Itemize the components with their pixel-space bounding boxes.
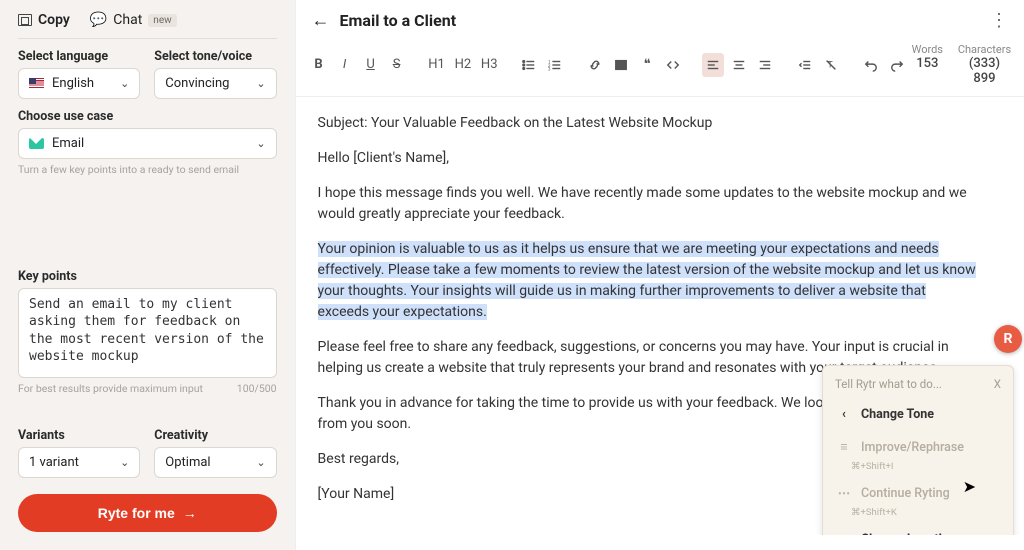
align-right-button[interactable] <box>754 53 776 77</box>
tone-select[interactable]: Convincing ⌄ <box>154 68 276 99</box>
bullet-list-button[interactable] <box>518 53 540 77</box>
popup-item-change-length[interactable]: ‹ Change Length <box>827 524 1009 535</box>
image-button[interactable] <box>610 53 632 77</box>
svg-text:3: 3 <box>548 67 551 72</box>
popup-item-icon: ≡ <box>837 439 851 458</box>
back-icon[interactable]: ← <box>312 10 330 31</box>
mail-icon <box>29 138 44 149</box>
redo-button[interactable] <box>886 53 908 77</box>
doc-greeting: Hello [Client's Name], <box>318 148 978 169</box>
popup-item-icon: ‹ <box>837 531 851 535</box>
undo-button[interactable] <box>860 53 882 77</box>
popup-item-label: Change Length <box>861 531 946 535</box>
mode-tabs: Copy 💬 Chat new <box>18 8 277 39</box>
h1-button[interactable]: H1 <box>425 53 447 77</box>
flag-icon <box>29 78 44 89</box>
h2-button[interactable]: H2 <box>452 53 474 77</box>
chevron-down-icon: ⌄ <box>120 77 129 90</box>
chat-icon: 💬 <box>90 12 107 28</box>
popup-item-icon: ‹ <box>837 406 851 425</box>
outdent-button[interactable] <box>794 53 816 77</box>
language-value: English <box>52 76 94 91</box>
svg-text:T: T <box>827 60 833 70</box>
variants-label: Variants <box>18 428 140 443</box>
chevron-down-icon: ⌄ <box>256 456 265 469</box>
keypoints-hint: For best results provide maximum input <box>18 382 203 395</box>
quote-button[interactable]: ❝ <box>636 53 658 77</box>
new-badge: new <box>148 14 176 27</box>
word-count: Words153 <box>912 43 943 86</box>
editor-body[interactable]: Subject: Your Valuable Feedback on the L… <box>296 97 1024 535</box>
popup-item-label: Continue Ryting <box>861 485 950 504</box>
popup-item-label: Change Tone <box>861 406 934 425</box>
tab-chat[interactable]: 💬 Chat new <box>90 12 177 28</box>
doc-paragraph: I hope this message finds you well. We h… <box>318 183 978 225</box>
code-button[interactable] <box>662 53 684 77</box>
doc-paragraph-highlighted: Your opinion is valuable to us as it hel… <box>318 239 978 323</box>
align-center-button[interactable] <box>728 53 750 77</box>
tone-label: Select tone/voice <box>154 49 276 64</box>
popup-shortcut: ⌘+Shift+I <box>851 460 1009 474</box>
link-button[interactable] <box>584 53 606 77</box>
page-title: Email to a Client <box>340 11 457 30</box>
creativity-label: Creativity <box>154 428 276 443</box>
variants-select[interactable]: 1 variant ⌄ <box>18 447 140 478</box>
tone-value: Convincing <box>165 76 229 91</box>
numbered-list-button[interactable]: 123 <box>544 53 566 77</box>
usecase-value: Email <box>52 136 84 151</box>
align-left-button[interactable] <box>702 53 724 77</box>
arrow-right-icon: → <box>183 505 197 521</box>
editor-toolbar: B I U S H1 H2 H3 123 ❝ T <box>296 39 1024 97</box>
tab-copy[interactable]: Copy <box>18 12 70 28</box>
popup-close-icon[interactable]: X <box>994 376 1001 393</box>
chevron-down-icon: ⌄ <box>120 456 129 469</box>
doc-subject: Subject: Your Valuable Feedback on the L… <box>318 113 978 134</box>
ryte-button-label: Ryte for me <box>98 505 175 521</box>
chevron-down-icon: ⌄ <box>256 137 265 150</box>
bold-button[interactable]: B <box>308 53 330 77</box>
clear-format-button[interactable]: T <box>820 53 842 77</box>
keypoints-counter: 100/500 <box>237 382 277 395</box>
usecase-select[interactable]: Email ⌄ <box>18 128 277 159</box>
language-label: Select language <box>18 49 140 64</box>
ai-action-menu: Tell Rytr what to do... X ‹ Change Tone ≡ Im… <box>822 365 1014 535</box>
rytr-fab[interactable]: R <box>994 325 1022 353</box>
kebab-menu-icon[interactable]: ⋮ <box>990 10 1008 31</box>
popup-item-label: Improve/Rephrase <box>861 439 964 458</box>
tab-chat-label: Chat <box>113 12 142 28</box>
popup-item-change-tone[interactable]: ‹ Change Tone <box>827 399 1009 432</box>
popup-shortcut: ⌘+Shift+K <box>851 506 1009 520</box>
usecase-hint: Turn a few key points into a ready to se… <box>18 163 277 176</box>
language-select[interactable]: English ⌄ <box>18 68 140 99</box>
chevron-down-icon: ⌄ <box>256 77 265 90</box>
h3-button[interactable]: H3 <box>478 53 500 77</box>
strike-button[interactable]: S <box>386 53 408 77</box>
variants-value: 1 variant <box>29 455 79 470</box>
popup-item-icon: ⋯ <box>837 485 851 504</box>
ryte-button[interactable]: Ryte for me → <box>18 494 277 532</box>
creativity-value: Optimal <box>165 455 210 470</box>
popup-placeholder[interactable]: Tell Rytr what to do... <box>835 376 942 393</box>
keypoints-label: Key points <box>18 269 277 284</box>
underline-button[interactable]: U <box>360 53 382 77</box>
keypoints-input[interactable] <box>18 288 277 378</box>
creativity-select[interactable]: Optimal ⌄ <box>154 447 276 478</box>
tab-copy-label: Copy <box>38 12 70 28</box>
char-count: Characters(333) 899 <box>957 43 1012 86</box>
italic-button[interactable]: I <box>334 53 356 77</box>
usecase-label: Choose use case <box>18 109 277 124</box>
